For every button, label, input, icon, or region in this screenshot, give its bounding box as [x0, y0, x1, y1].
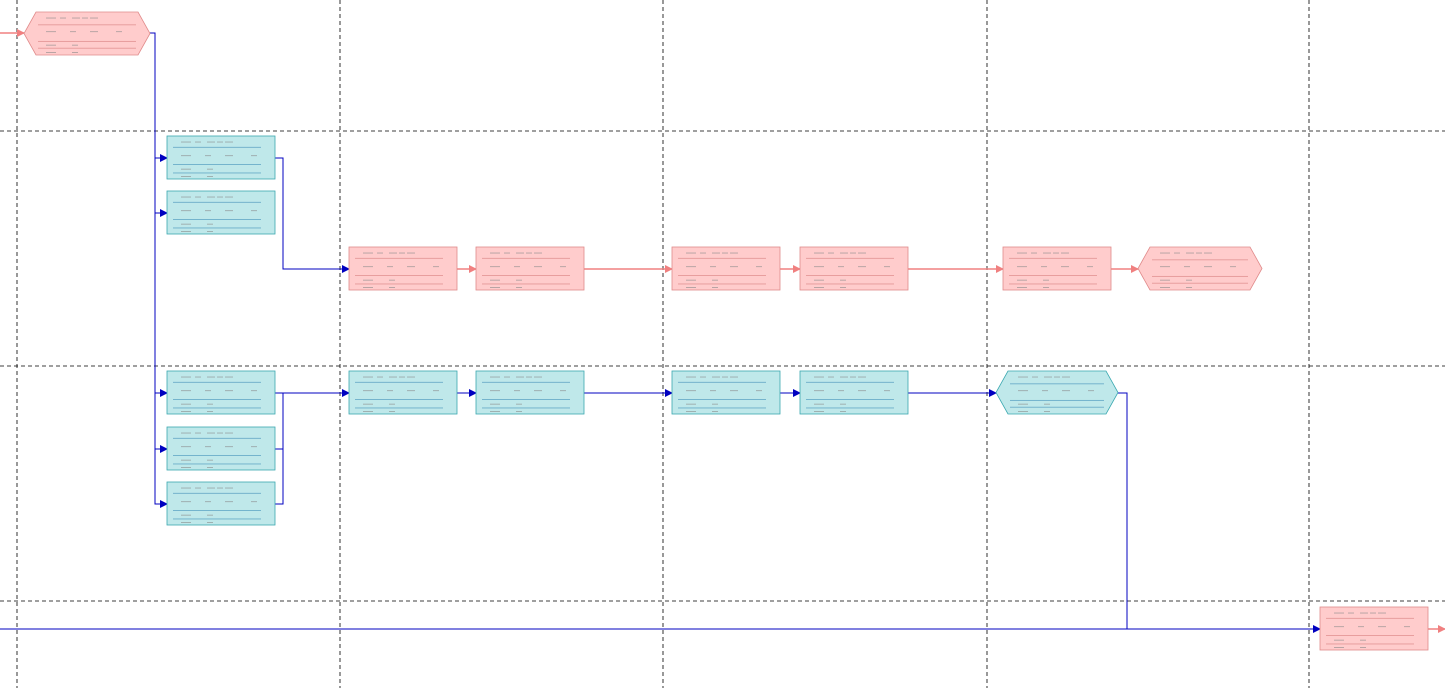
task-box [475, 370, 585, 415]
connector-line [154, 158, 168, 217]
grid-lines [0, 0, 1445, 688]
connector-line [275, 449, 284, 505]
task-node-n02[interactable] [166, 135, 276, 180]
task-box [166, 135, 276, 180]
task-box [1002, 246, 1112, 291]
task-node-n16[interactable] [995, 370, 1119, 415]
task-node-n10[interactable] [166, 370, 276, 415]
task-node-n09[interactable] [1137, 246, 1263, 291]
task-node-n19[interactable] [1319, 606, 1429, 651]
connector-line [154, 393, 168, 453]
task-box [1319, 606, 1429, 651]
task-node-n12[interactable] [475, 370, 585, 415]
task-box [799, 370, 909, 415]
task-box [166, 370, 276, 415]
task-box [348, 246, 458, 291]
task-box [166, 426, 276, 471]
task-node-n13[interactable] [671, 370, 781, 415]
task-box [671, 370, 781, 415]
network-diagram [0, 0, 1445, 688]
task-nodes [23, 11, 1429, 651]
connector-line [1118, 392, 1321, 633]
task-node-n01[interactable] [23, 11, 151, 56]
task-node-n05[interactable] [475, 246, 585, 291]
task-node-n04[interactable] [348, 246, 458, 291]
task-box [166, 190, 276, 235]
task-node-n06[interactable] [671, 246, 781, 291]
connector-line [154, 449, 168, 508]
milestone-shape [1137, 246, 1263, 291]
task-node-n03[interactable] [166, 190, 276, 235]
task-box [166, 481, 276, 526]
connector-lines [0, 29, 1445, 633]
milestone-shape [995, 370, 1119, 415]
task-node-n17[interactable] [166, 426, 276, 471]
task-box [799, 246, 909, 291]
milestone-shape [23, 11, 151, 56]
task-node-n18[interactable] [166, 481, 276, 526]
task-node-n08[interactable] [1002, 246, 1112, 291]
connector-line [275, 157, 350, 273]
task-box [348, 370, 458, 415]
task-node-n07[interactable] [799, 246, 909, 291]
task-node-n14[interactable] [799, 370, 909, 415]
task-box [671, 246, 781, 291]
task-node-n11[interactable] [348, 370, 458, 415]
connector-line [275, 393, 284, 450]
connector-line [150, 32, 168, 162]
task-box [475, 246, 585, 291]
